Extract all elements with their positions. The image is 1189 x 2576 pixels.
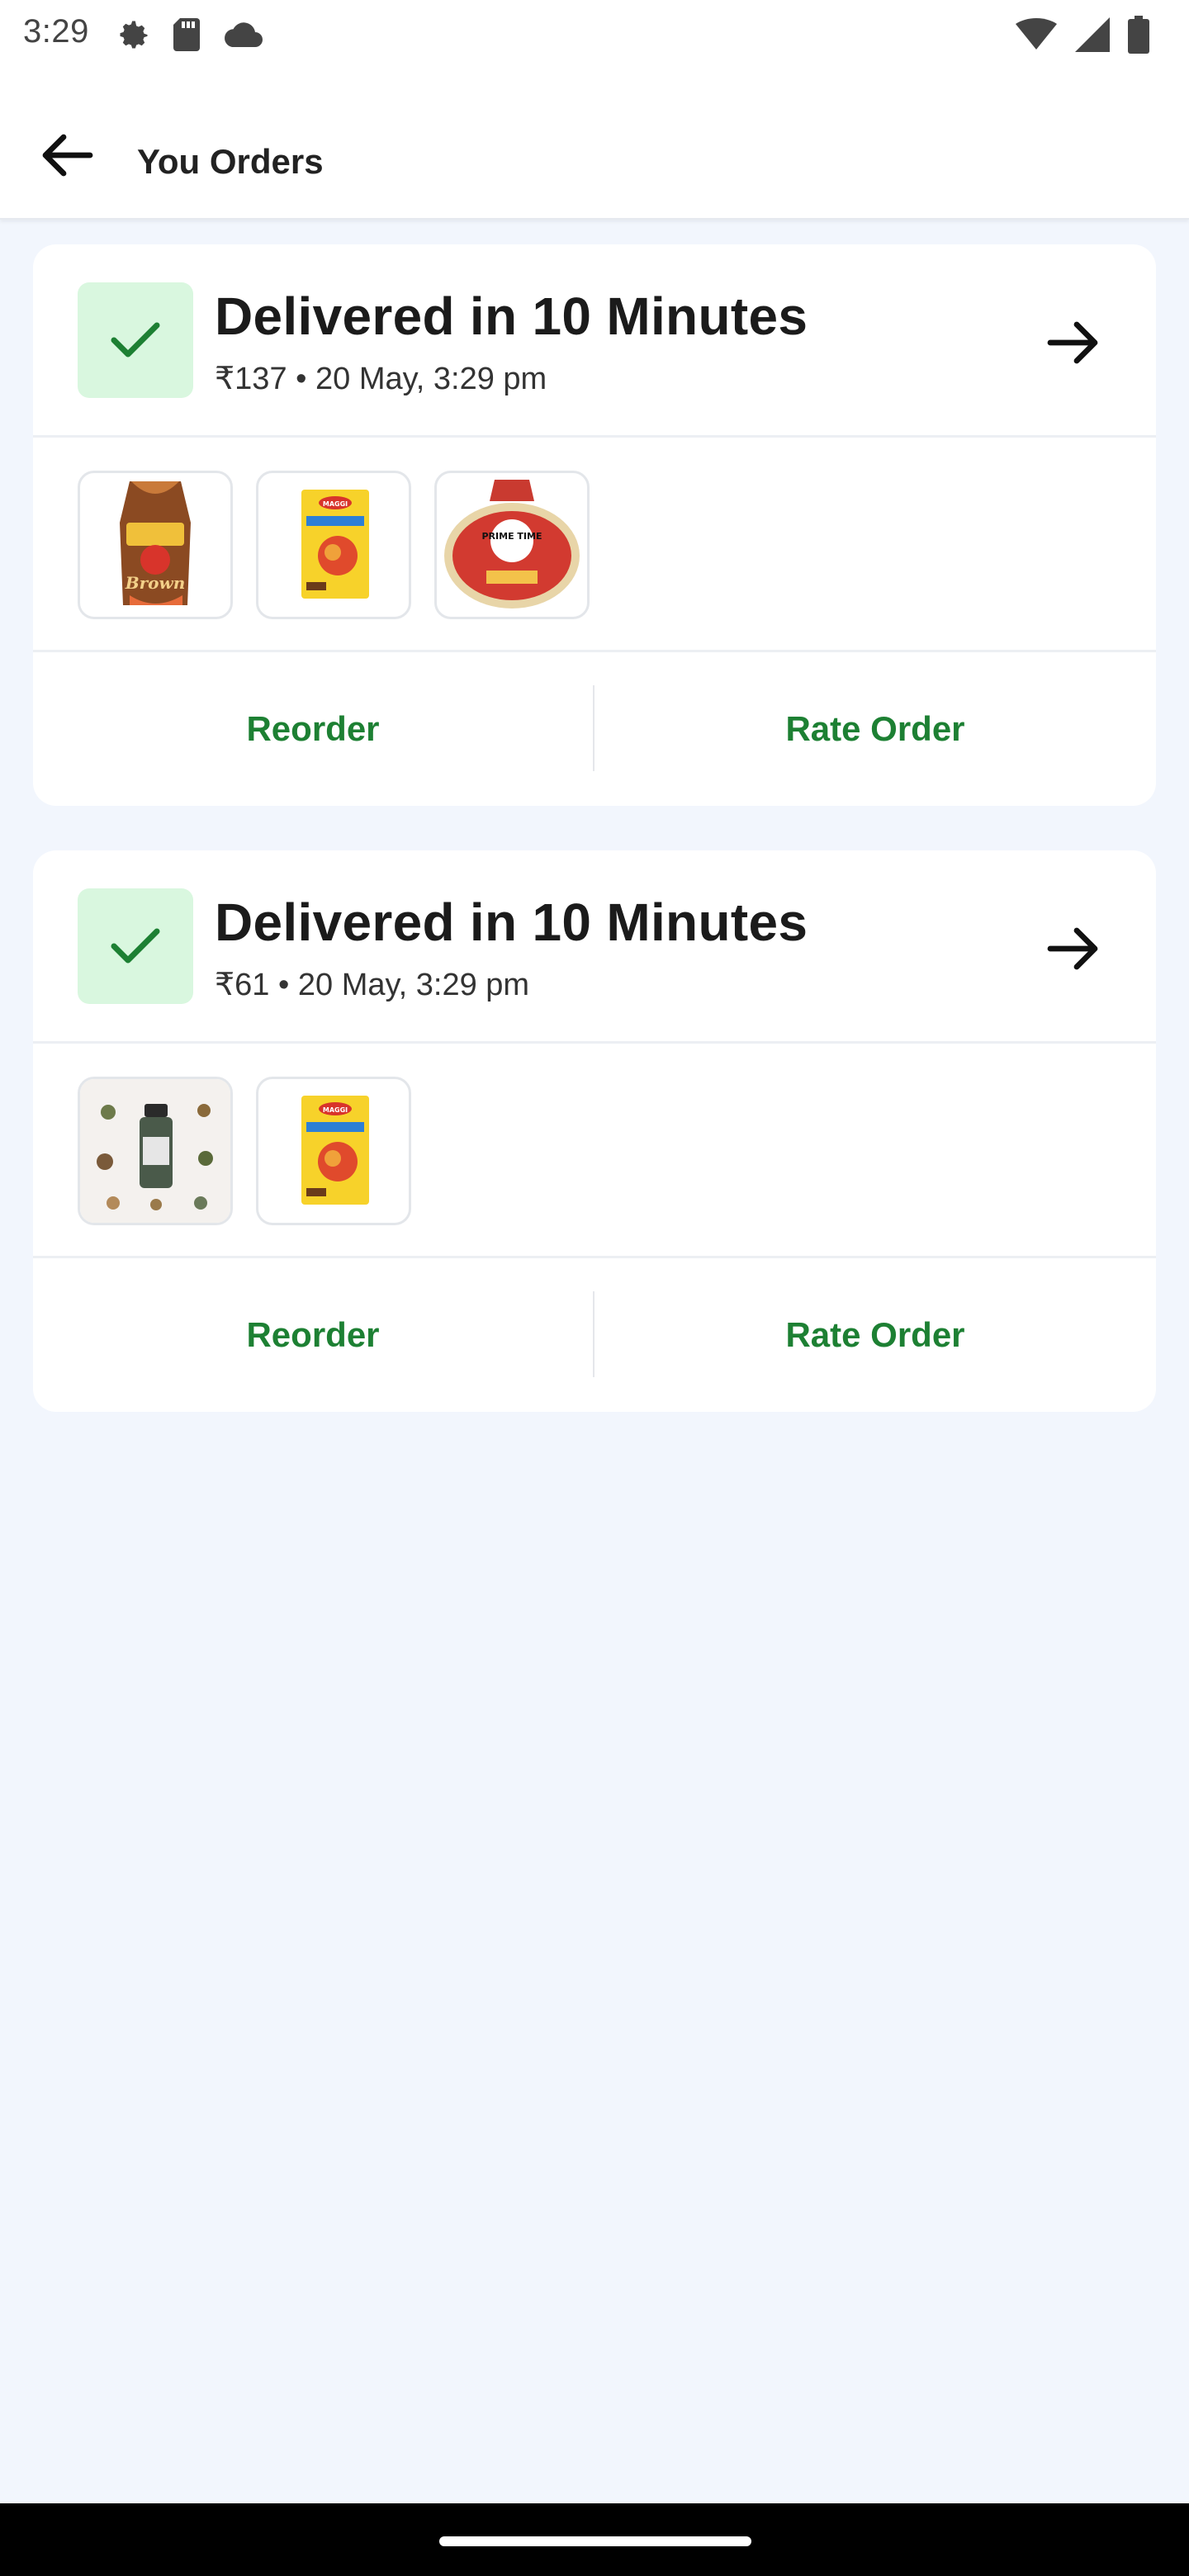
maggi-logo-text: MAGGI	[323, 1106, 348, 1114]
bread-logo-text: Brown	[125, 573, 186, 593]
order-card: Delivered in 10 Minutes ₹61 • 20 May, 3:…	[33, 850, 1156, 1412]
app-bar: You Orders	[0, 73, 1189, 220]
battery-icon	[1128, 16, 1149, 54]
maggi-pack-image: MAGGI	[301, 490, 369, 599]
check-icon	[111, 322, 160, 358]
product-thumbnails: Brown MAGGI PRIME TIME	[33, 438, 1156, 652]
order-status-title: Delivered in 10 Minutes	[215, 286, 808, 346]
wifi-icon	[1016, 18, 1057, 50]
order-header[interactable]: Delivered in 10 Minutes ₹137 • 20 May, 3…	[33, 244, 1156, 438]
reorder-button[interactable]: Reorder	[33, 1258, 593, 1412]
order-meta: ₹137 • 20 May, 3:29 pm	[215, 362, 547, 396]
back-button[interactable]	[30, 122, 104, 188]
system-nav-bar	[0, 2503, 1189, 2576]
page-title: You Orders	[137, 142, 324, 181]
status-icons-left	[116, 13, 264, 56]
product-thumbnails: MAGGI	[33, 1044, 1156, 1258]
order-actions: Reorder Rate Order	[33, 652, 1156, 806]
order-card: Delivered in 10 Minutes ₹137 • 20 May, 3…	[33, 244, 1156, 806]
status-icons-right	[1016, 13, 1149, 56]
maggi-pack-image: MAGGI	[301, 1096, 369, 1205]
order-meta: ₹61 • 20 May, 3:29 pm	[215, 968, 530, 1002]
rate-order-button[interactable]: Rate Order	[594, 652, 1156, 806]
check-icon	[111, 928, 160, 964]
order-details-button[interactable]	[1040, 314, 1106, 372]
arrow-left-icon	[42, 134, 93, 177]
delivered-status-tile	[78, 888, 193, 1004]
gear-icon	[120, 21, 148, 49]
product-thumbnail[interactable]	[78, 1077, 233, 1225]
order-details-button[interactable]	[1040, 920, 1106, 978]
product-thumbnail[interactable]: MAGGI	[256, 471, 411, 619]
arrow-right-icon	[1047, 927, 1098, 970]
kulcha-pack-image: PRIME TIME	[444, 480, 580, 608]
order-status-title: Delivered in 10 Minutes	[215, 893, 808, 952]
seasoning-jar-image	[80, 1079, 230, 1223]
reorder-button[interactable]: Reorder	[33, 652, 593, 806]
kulcha-logo-text: PRIME TIME	[482, 531, 542, 542]
bread-pack-image: Brown	[120, 481, 191, 605]
cloud-icon	[225, 22, 263, 47]
product-thumbnail[interactable]: PRIME TIME	[434, 471, 590, 619]
signal-icon	[1075, 17, 1110, 52]
product-thumbnail[interactable]: MAGGI	[256, 1077, 411, 1225]
product-thumbnail[interactable]: Brown	[78, 471, 233, 619]
status-time: 3:29	[23, 13, 89, 50]
order-header[interactable]: Delivered in 10 Minutes ₹61 • 20 May, 3:…	[33, 850, 1156, 1044]
home-gesture-handle[interactable]	[439, 2536, 751, 2546]
delivered-status-tile	[78, 282, 193, 398]
sd-card-icon	[173, 18, 200, 51]
arrow-right-icon	[1047, 321, 1098, 364]
maggi-logo-text: MAGGI	[323, 500, 348, 508]
status-bar: 3:29	[0, 0, 1189, 73]
rate-order-button[interactable]: Rate Order	[594, 1258, 1156, 1412]
order-actions: Reorder Rate Order	[33, 1258, 1156, 1412]
